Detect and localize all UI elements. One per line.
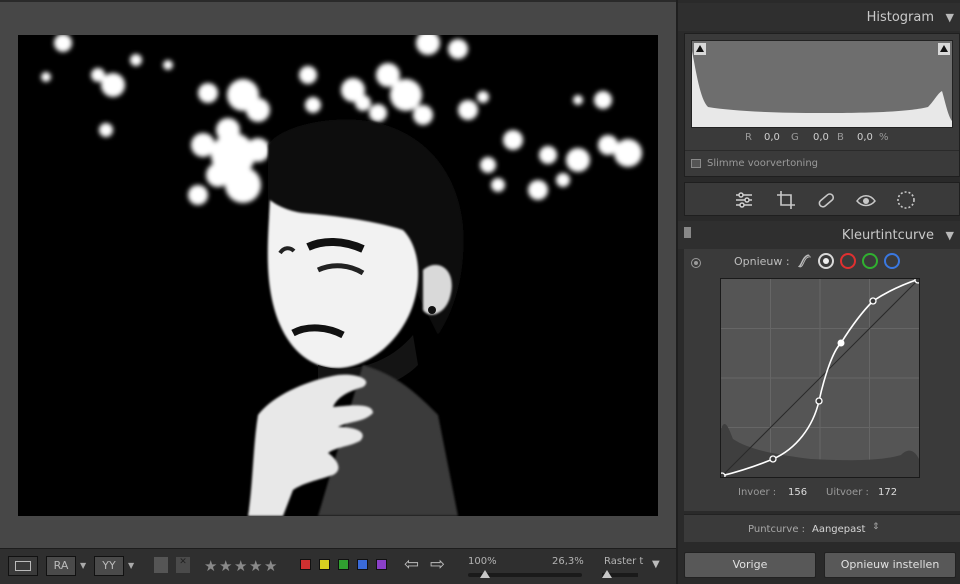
reset-button[interactable]: Opnieuw instellen	[824, 552, 956, 578]
b-label: B	[837, 132, 844, 143]
arrow-left-icon[interactable]: ⇦	[404, 554, 419, 575]
histogram-title: Histogram	[866, 10, 934, 25]
star-icon[interactable]: ★	[249, 557, 262, 575]
flag-icon[interactable]	[154, 557, 168, 573]
star-icon[interactable]: ★	[219, 557, 232, 575]
highlight-clipping-icon[interactable]	[938, 43, 950, 55]
blue-channel-button[interactable]	[884, 253, 900, 269]
g-label: G	[791, 132, 799, 143]
updown-chevron-icon[interactable]: ⇕	[872, 522, 880, 532]
crop-icon[interactable]	[775, 189, 797, 211]
tool-strip	[684, 182, 960, 216]
grid-overlay-label[interactable]: Raster t	[604, 556, 643, 567]
color-label-yellow[interactable]	[319, 559, 330, 570]
color-label-red[interactable]	[300, 559, 311, 570]
shadow-clipping-icon[interactable]	[694, 43, 706, 55]
star-icon[interactable]: ★	[264, 557, 277, 575]
zoom-slider[interactable]	[468, 570, 582, 578]
tone-curve-title: Kleurtintcurve	[841, 228, 934, 243]
mask-icon[interactable]	[895, 189, 917, 211]
reject-flag-icon[interactable]: ✕	[176, 557, 190, 573]
r-value: 0,0	[764, 132, 780, 143]
output-value: 172	[878, 487, 898, 498]
zoom-fit-label: 100%	[468, 556, 497, 567]
channel-reset-label: Opnieuw :	[734, 255, 790, 268]
star-icon[interactable]: ★	[234, 557, 247, 575]
arrow-right-icon[interactable]: ⇨	[430, 554, 445, 575]
smart-preview-checkbox[interactable]	[691, 159, 701, 168]
image-viewer	[0, 0, 676, 548]
before-after-button[interactable]: RA	[46, 556, 76, 576]
smart-preview-label: Slimme voorvertoning	[707, 158, 819, 169]
filmstrip-toolbar: RA ▼ YY ▼ ✕ ★ ★ ★ ★ ★ ⇦ ⇨ 100% 26,3% Ras…	[0, 548, 676, 584]
point-curve-value[interactable]: Aangepast	[812, 524, 865, 535]
histogram-curve	[692, 51, 952, 127]
histogram-header[interactable]: Histogram ▼	[678, 3, 960, 31]
chevron-down-icon[interactable]: ▼	[80, 561, 86, 570]
chevron-down-icon[interactable]: ▼	[128, 561, 134, 570]
percent-sign: %	[879, 132, 889, 143]
panel-switch-icon[interactable]	[684, 227, 691, 238]
parametric-curve-icon[interactable]	[796, 253, 812, 269]
rating-stars[interactable]: ★ ★ ★ ★ ★	[204, 549, 286, 583]
grid-slider[interactable]	[602, 570, 638, 578]
star-icon[interactable]: ★	[204, 557, 217, 575]
color-label-green[interactable]	[338, 559, 349, 570]
color-label-blue[interactable]	[357, 559, 368, 570]
b-value: 0,0	[857, 132, 873, 143]
r-label: R	[745, 132, 752, 143]
zoom-slider-handle[interactable]	[480, 570, 490, 578]
collapse-triangle-icon[interactable]: ▼	[946, 11, 954, 24]
smart-preview-row[interactable]: Slimme voorvertoning	[685, 150, 959, 176]
develop-panel: Histogram ▼ R 0,0 G 0,0 B 0,0 % Slimme v…	[676, 0, 960, 584]
toolbar-menu-chevron-icon[interactable]: ▼	[652, 559, 660, 570]
tone-curve-graph[interactable]	[720, 278, 920, 478]
collapse-triangle-icon[interactable]: ▼	[946, 229, 954, 242]
redeye-icon[interactable]	[855, 189, 877, 211]
previous-button[interactable]: Vorige	[684, 552, 816, 578]
input-value: 156	[788, 487, 808, 498]
green-channel-button[interactable]	[862, 253, 878, 269]
sliders-icon[interactable]	[733, 189, 755, 211]
loupe-view-button[interactable]	[8, 556, 38, 576]
target-adjust-icon[interactable]	[691, 258, 701, 268]
before-after-split-button[interactable]: YY	[94, 556, 124, 576]
point-curve-label: Puntcurve :	[748, 524, 806, 535]
input-label: Invoer :	[738, 487, 777, 498]
tone-curve-header[interactable]: Kleurtintcurve ▼	[678, 221, 960, 249]
output-label: Uitvoer :	[826, 487, 869, 498]
red-channel-button[interactable]	[840, 253, 856, 269]
photo-preview[interactable]	[18, 35, 658, 516]
tone-curve-box: Opnieuw : Invoer: 156 Uitvoer: 172	[684, 249, 960, 511]
histogram-box: R 0,0 G 0,0 B 0,0 % Slimme voorvertoning	[684, 33, 960, 177]
healing-icon[interactable]	[815, 189, 837, 211]
histogram-graph	[691, 40, 953, 128]
g-value: 0,0	[813, 132, 829, 143]
zoom-value: 26,3%	[552, 556, 584, 567]
color-label-purple[interactable]	[376, 559, 387, 570]
rgb-readout: R 0,0 G 0,0 B 0,0 %	[685, 132, 960, 146]
rgb-channel-button[interactable]	[818, 253, 834, 269]
point-curve-selector[interactable]: Puntcurve : Aangepast ⇕	[684, 514, 960, 542]
portrait-photo	[18, 35, 658, 516]
tone-curve-plot	[721, 279, 919, 477]
